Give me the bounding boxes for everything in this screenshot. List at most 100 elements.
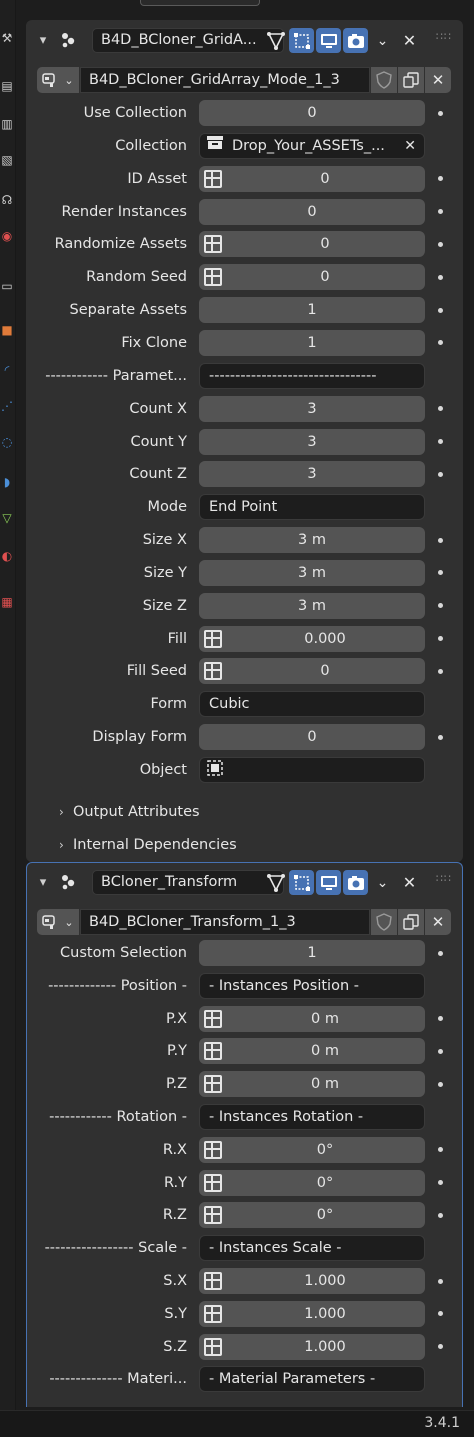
attribute-toggle-icon[interactable] [202, 168, 224, 190]
number-field[interactable]: 0 m [199, 1071, 425, 1098]
subpanel-internal-dependencies[interactable]: › Internal Dependencies [59, 832, 237, 858]
number-field[interactable]: 3 [199, 428, 425, 455]
number-field[interactable]: 3 [199, 395, 425, 422]
number-field[interactable]: 0 [199, 724, 425, 751]
text-field[interactable]: - Instances Position - [199, 972, 425, 999]
close-icon[interactable]: ✕ [404, 134, 416, 158]
node-tree-browse-button[interactable]: ⌄ [37, 909, 79, 935]
close-icon[interactable]: ✕ [425, 909, 451, 935]
object-tab-icon[interactable]: ■ [0, 320, 14, 340]
number-field[interactable]: 1.000 [199, 1300, 425, 1327]
attribute-toggle-icon[interactable] [202, 1336, 224, 1358]
keyframe-dot-icon[interactable] [435, 940, 445, 966]
shield-icon[interactable] [371, 909, 397, 935]
keyframe-dot-icon[interactable] [435, 560, 445, 586]
number-field[interactable]: 0 m [199, 1005, 425, 1032]
number-field[interactable]: 0 [199, 100, 425, 126]
object-picker[interactable] [199, 757, 425, 783]
keyframe-dot-icon[interactable] [435, 527, 445, 553]
keyframe-dot-icon[interactable] [435, 264, 445, 290]
text-field[interactable]: - Instances Scale - [199, 1235, 425, 1262]
keyframe-dot-icon[interactable] [435, 461, 445, 487]
camera-icon[interactable] [343, 28, 368, 53]
node-tree-browse-button[interactable]: ⌄ [37, 67, 79, 93]
text-field[interactable]: End Point [199, 494, 425, 521]
keyframe-dot-icon[interactable] [435, 626, 445, 652]
number-field[interactable]: 0 [199, 165, 425, 192]
attribute-toggle-icon[interactable] [202, 1303, 224, 1325]
keyframe-dot-icon[interactable] [435, 1202, 445, 1228]
keyframe-dot-icon[interactable] [435, 1170, 445, 1196]
attribute-toggle-icon[interactable] [202, 1073, 224, 1095]
subpanel-output-attributes[interactable]: › Output Attributes [59, 799, 200, 825]
data-tab-icon[interactable]: ▽ [0, 508, 14, 528]
shield-icon[interactable] [371, 67, 397, 93]
collection-tab-icon[interactable]: ▭ [0, 276, 14, 296]
number-field[interactable]: 1.000 [199, 1268, 425, 1294]
close-icon[interactable]: ✕ [425, 67, 451, 93]
vertex-triangle-icon[interactable] [263, 870, 288, 895]
duplicate-icon[interactable] [398, 67, 424, 93]
number-field[interactable]: 0 m [199, 1038, 425, 1065]
node-group-name-field[interactable]: B4D_BCloner_Transform_1_3 [80, 909, 370, 935]
number-field[interactable]: 0° [199, 1136, 425, 1163]
duplicate-icon[interactable] [398, 909, 424, 935]
attribute-toggle-icon[interactable] [202, 1040, 224, 1062]
constraints-tab-icon[interactable]: ◗ [0, 472, 14, 492]
number-field[interactable]: 3 m [199, 592, 425, 619]
text-field[interactable]: Cubic [199, 691, 425, 718]
keyframe-dot-icon[interactable] [435, 1268, 445, 1294]
world-tab-icon[interactable]: ◉ [0, 226, 14, 246]
keyframe-dot-icon[interactable] [435, 297, 445, 323]
particles-tab-icon[interactable]: ⋰ [0, 396, 14, 416]
attribute-toggle-icon[interactable] [202, 660, 224, 682]
collection-picker[interactable]: Drop_Your_ASSETs_... ✕ [199, 132, 425, 159]
chevron-down-icon[interactable]: ⌄ [370, 870, 395, 895]
number-field[interactable]: 0 [199, 231, 425, 258]
monitor-icon[interactable] [316, 870, 341, 895]
keyframe-dot-icon[interactable] [435, 1334, 445, 1360]
keyframe-dot-icon[interactable] [435, 166, 445, 192]
number-field[interactable]: 1.000 [199, 1333, 425, 1360]
attribute-toggle-icon[interactable] [202, 628, 224, 650]
material-tab-icon[interactable]: ◐ [0, 546, 14, 566]
attribute-toggle-icon[interactable] [202, 1008, 224, 1030]
keyframe-dot-icon[interactable] [435, 1038, 445, 1064]
number-field[interactable]: 0° [199, 1202, 425, 1229]
number-field[interactable]: 0 [199, 264, 425, 291]
physics-tab-icon[interactable]: ◌ [0, 432, 14, 452]
close-icon[interactable]: ✕ [397, 870, 422, 895]
chevron-down-icon[interactable]: ▾ [35, 872, 51, 892]
texture-tab-icon[interactable]: ▦ [0, 592, 14, 612]
keyframe-dot-icon[interactable] [435, 1006, 445, 1032]
chevron-down-icon[interactable]: ▾ [35, 30, 51, 50]
keyframe-dot-icon[interactable] [435, 724, 445, 750]
cage-icon[interactable] [289, 28, 314, 53]
text-field[interactable]: - Material Parameters - [199, 1366, 425, 1393]
number-field[interactable]: 1 [199, 329, 425, 356]
attribute-toggle-icon[interactable] [202, 1204, 224, 1226]
keyframe-dot-icon[interactable] [435, 1301, 445, 1327]
attribute-toggle-icon[interactable] [202, 233, 224, 255]
camera-icon[interactable] [343, 870, 368, 895]
scrollbar[interactable] [468, 18, 472, 1403]
number-field[interactable]: 3 m [199, 559, 425, 586]
scene-tab-icon[interactable]: ☊ [0, 190, 14, 210]
output-tab-icon[interactable]: ▥ [0, 114, 14, 134]
attribute-toggle-icon[interactable] [202, 1270, 224, 1292]
attribute-toggle-icon[interactable] [202, 1139, 224, 1161]
number-field[interactable]: 0 [199, 658, 425, 685]
close-icon[interactable]: ✕ [397, 28, 422, 53]
attribute-toggle-icon[interactable] [202, 266, 224, 288]
render-tab-icon[interactable]: ▤ [0, 76, 14, 96]
view-layer-tab-icon[interactable]: ▧ [0, 150, 14, 170]
tool-tab-icon[interactable]: ⚒ [0, 28, 14, 48]
keyframe-dot-icon[interactable] [435, 199, 445, 225]
cage-icon[interactable] [289, 870, 314, 895]
number-field[interactable]: 3 m [199, 527, 425, 554]
keyframe-dot-icon[interactable] [435, 429, 445, 455]
keyframe-dot-icon[interactable] [435, 231, 445, 257]
number-field[interactable]: 3 [199, 461, 425, 488]
text-field[interactable]: - Instances Rotation - [199, 1104, 425, 1130]
modifier-name-field[interactable]: B4D_BCloner_GridA... [92, 28, 284, 53]
